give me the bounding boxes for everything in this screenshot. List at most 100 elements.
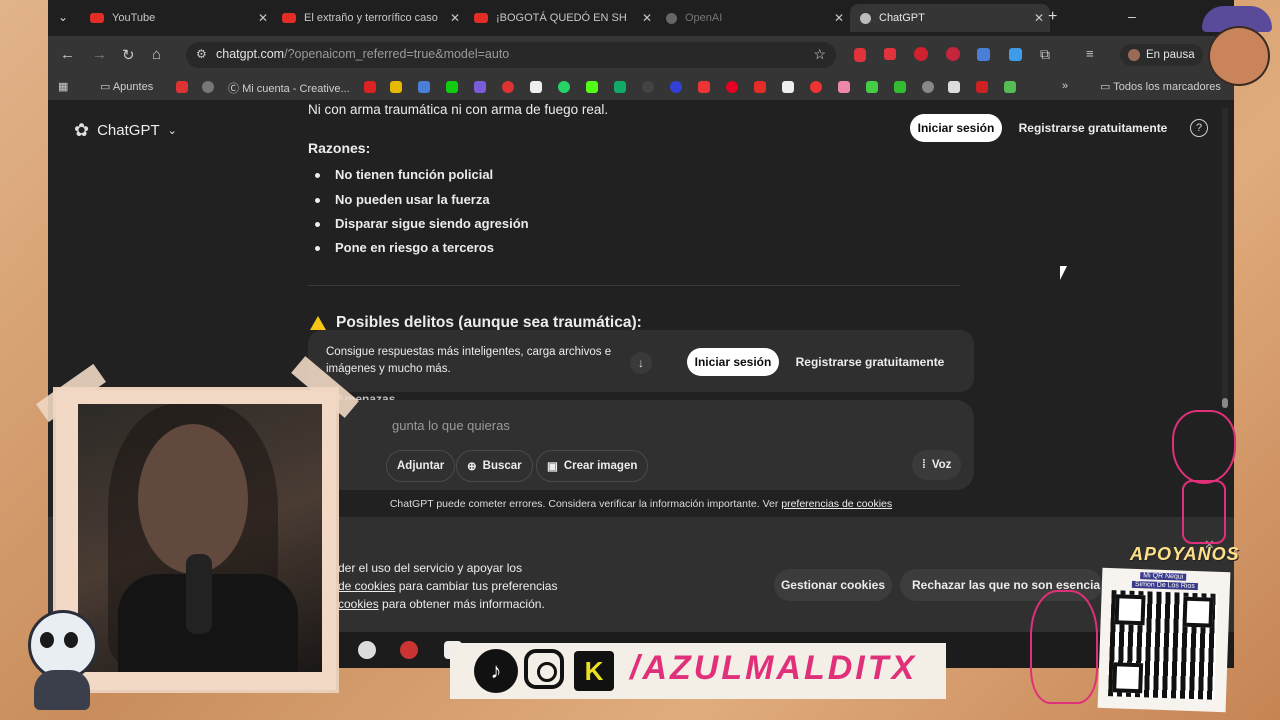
- bullet: [315, 198, 320, 203]
- tab-label: OpenAI: [685, 12, 723, 24]
- waveform-icon: ⁞: [922, 459, 926, 471]
- divider: [308, 285, 960, 286]
- translate-icon[interactable]: [977, 48, 990, 61]
- media-control-icon[interactable]: ≡: [1086, 46, 1094, 61]
- mascot-avatar: [1196, 6, 1276, 86]
- tab-video-2[interactable]: ¡BOGOTÁ QUEDÓ EN SH ✕: [466, 4, 658, 32]
- apps-icon[interactable]: ▦: [58, 80, 68, 93]
- whatsapp-icon[interactable]: [558, 81, 570, 93]
- cookie-text: der el uso del servicio y apoyar los: [338, 561, 523, 575]
- close-icon[interactable]: ✕: [258, 11, 268, 25]
- qr-code: [1108, 590, 1218, 700]
- new-tab-button[interactable]: +: [1048, 8, 1057, 26]
- omnibox[interactable]: ⚙ chatgpt.com/?openaicom_referred=true&m…: [186, 42, 836, 68]
- help-icon[interactable]: ?: [1190, 119, 1208, 137]
- create-image-button[interactable]: ▣ Crear imagen: [536, 450, 649, 482]
- bookmark-icon[interactable]: [502, 81, 514, 93]
- bookmark-creative[interactable]: Ⓒ Mi cuenta - Creative...: [228, 80, 350, 96]
- bookmark-icon[interactable]: [782, 81, 794, 93]
- bookmark-icon[interactable]: [530, 81, 542, 93]
- tab-youtube[interactable]: YouTube ✕: [82, 4, 274, 32]
- extension-icon[interactable]: [884, 48, 896, 60]
- attach-button[interactable]: Adjuntar: [386, 450, 456, 482]
- bookmark-icon[interactable]: [418, 81, 430, 93]
- extension-icon[interactable]: [946, 47, 960, 61]
- bookmark-icon[interactable]: [976, 81, 988, 93]
- kick-icon[interactable]: [586, 81, 598, 93]
- back-icon[interactable]: ←: [60, 46, 75, 63]
- tab-video-1[interactable]: El extraño y terrorífico caso ✕: [274, 4, 466, 32]
- scrollbar[interactable]: [1222, 108, 1228, 408]
- bookmark-icon[interactable]: [176, 81, 188, 93]
- bookmark-icon[interactable]: [838, 81, 850, 93]
- reasons-heading: Razones:: [308, 140, 371, 156]
- pinterest-icon[interactable]: [726, 81, 738, 93]
- globe-icon: ⊕: [467, 461, 477, 473]
- bookmark-star-icon[interactable]: ☆: [813, 46, 826, 63]
- forward-icon[interactable]: →: [92, 46, 107, 63]
- cookie-preferences-link[interactable]: preferencias de cookies: [781, 498, 892, 510]
- login-button[interactable]: Iniciar sesión: [910, 114, 1002, 142]
- tab-chatgpt[interactable]: ChatGPT ✕: [850, 4, 1050, 32]
- youtube-icon: [90, 13, 104, 23]
- manage-cookies-button[interactable]: Gestionar cookies: [774, 569, 892, 601]
- bookmark-icon[interactable]: [446, 81, 458, 93]
- profile-button[interactable]: En pausa: [1120, 44, 1203, 66]
- bookmark-icon[interactable]: [364, 81, 376, 93]
- taskbar-app-icon[interactable]: [400, 641, 418, 659]
- minimize-button[interactable]: –: [1128, 8, 1136, 24]
- tab-label: ¡BOGOTÁ QUEDÓ EN SH: [496, 12, 627, 24]
- bookmark-icon[interactable]: [642, 81, 654, 93]
- register-button[interactable]: Registrarse gratuitamente: [1010, 114, 1176, 142]
- bookmark-icon[interactable]: [810, 81, 822, 93]
- more-bookmarks-icon[interactable]: »: [1062, 80, 1068, 92]
- tab-label: ChatGPT: [879, 12, 925, 24]
- bookmark-icon[interactable]: [614, 81, 626, 93]
- close-icon[interactable]: ✕: [450, 11, 460, 25]
- tab-list-dropdown[interactable]: ⌄: [58, 10, 68, 24]
- promo-login-button[interactable]: Iniciar sesión: [687, 348, 779, 376]
- disclaimer: ChatGPT puede cometer errores. Considera…: [389, 498, 893, 510]
- reload-icon[interactable]: ↻: [122, 46, 135, 64]
- bookmark-icon[interactable]: [390, 81, 402, 93]
- tab-openai[interactable]: OpenAI ✕: [658, 4, 850, 32]
- tab-label: El extraño y terrorífico caso: [304, 12, 438, 24]
- site-settings-icon[interactable]: ⚙: [196, 47, 207, 61]
- bookmark-icon[interactable]: [922, 81, 934, 93]
- message-composer[interactable]: gunta lo que quieras Adjuntar ⊕ Buscar ▣…: [308, 400, 974, 490]
- bookmark-icon[interactable]: [866, 81, 878, 93]
- bookmark-icon[interactable]: [1004, 81, 1016, 93]
- cookie-text: de cookies para cambiar tus preferencias: [338, 579, 558, 593]
- youtube-icon: [474, 13, 488, 23]
- extension-icon[interactable]: [1009, 48, 1022, 61]
- close-icon[interactable]: ✕: [642, 11, 652, 25]
- bookmark-icon[interactable]: [894, 81, 906, 93]
- bookmark-icon[interactable]: [698, 81, 710, 93]
- promo-register-button[interactable]: Registrarse gratuitamente: [788, 348, 952, 376]
- bookmark-icon[interactable]: [948, 81, 960, 93]
- qr-caption: Mi QR Nequi: [1140, 572, 1187, 581]
- prompt-input[interactable]: gunta lo que quieras: [392, 418, 510, 433]
- cookie-link[interactable]: cookies: [338, 597, 379, 611]
- youtube-icon[interactable]: [754, 81, 766, 93]
- taskbar-app-icon[interactable]: [358, 641, 376, 659]
- bookmark-icon[interactable]: [202, 81, 214, 93]
- answer-line: Ni con arma traumática ni con arma de fu…: [308, 102, 609, 117]
- cookie-link[interactable]: de cookies: [338, 579, 395, 593]
- close-icon[interactable]: ✕: [1034, 11, 1044, 25]
- adblock-icon[interactable]: [914, 47, 928, 61]
- chevron-down-icon: ⌄: [167, 125, 177, 137]
- model-selector[interactable]: ✿ ChatGPT ⌄: [74, 120, 177, 141]
- scroll-down-button[interactable]: ↓: [630, 352, 652, 374]
- bookmark-apuntes[interactable]: ▭ Apuntes: [100, 80, 153, 93]
- home-icon[interactable]: ⌂: [152, 46, 161, 63]
- bookmark-icon[interactable]: [670, 81, 682, 93]
- voice-button[interactable]: ⁞ Voz: [912, 450, 962, 480]
- search-button[interactable]: ⊕ Buscar: [456, 450, 533, 482]
- close-icon[interactable]: ✕: [834, 11, 844, 25]
- bookmark-icon[interactable]: [474, 81, 486, 93]
- extensions-puzzle-icon[interactable]: ⧉: [1040, 46, 1050, 63]
- tiktok-icon: ♪: [474, 649, 518, 693]
- signup-promo: Consigue respuestas más inteligentes, ca…: [308, 330, 974, 392]
- extension-icon[interactable]: [854, 48, 866, 62]
